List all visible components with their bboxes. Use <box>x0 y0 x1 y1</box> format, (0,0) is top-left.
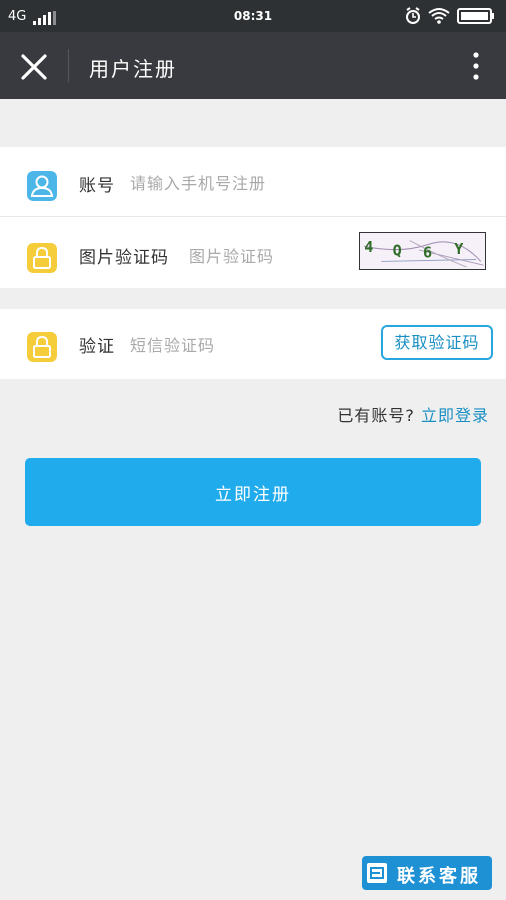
account-card: 账号 图片验证码 4 Q 6 Y <box>0 147 506 288</box>
row-divider <box>0 216 506 217</box>
sms-row: 验证 获取验证码 <box>0 309 506 379</box>
account-label: 账号 <box>79 176 115 196</box>
sms-label: 验证 <box>79 337 115 357</box>
page-title: 用户注册 <box>89 57 177 81</box>
get-code-button[interactable]: 获取验证码 <box>381 325 493 360</box>
status-bar: 4G 08:31 <box>0 0 506 32</box>
lock-icon <box>27 332 57 362</box>
captcha-row: 图片验证码 4 Q 6 Y <box>0 218 506 288</box>
customer-service-button[interactable]: 联系客服 <box>362 856 492 890</box>
sms-code-input[interactable] <box>130 333 370 357</box>
captcha-char: 6 <box>423 244 432 262</box>
login-prompt-text: 已有账号? <box>337 406 415 425</box>
customer-service-label: 联系客服 <box>397 866 481 887</box>
account-input[interactable] <box>130 171 360 195</box>
captcha-char: Q <box>393 242 402 260</box>
user-icon <box>27 171 57 201</box>
sms-card: 验证 获取验证码 <box>0 309 506 379</box>
captcha-char: 4 <box>364 238 373 256</box>
captcha-char: Y <box>454 240 464 258</box>
lock-icon <box>27 243 57 273</box>
more-icon[interactable] <box>466 50 486 82</box>
title-divider <box>68 49 69 82</box>
captcha-image[interactable]: 4 Q 6 Y <box>359 232 486 270</box>
close-icon[interactable] <box>18 51 50 83</box>
register-button[interactable]: 立即注册 <box>25 458 481 526</box>
alarm-icon <box>406 7 420 24</box>
chat-icon <box>367 863 387 883</box>
captcha-label: 图片验证码 <box>79 248 169 268</box>
battery-icon <box>457 8 494 24</box>
wifi-icon <box>428 8 450 24</box>
login-link[interactable]: 立即登录 <box>421 406 489 425</box>
status-icons <box>406 7 494 24</box>
login-prompt: 已有账号? 立即登录 <box>337 402 489 426</box>
captcha-input[interactable] <box>189 244 349 268</box>
title-bar: 用户注册 <box>0 32 506 99</box>
account-row: 账号 <box>0 147 506 217</box>
